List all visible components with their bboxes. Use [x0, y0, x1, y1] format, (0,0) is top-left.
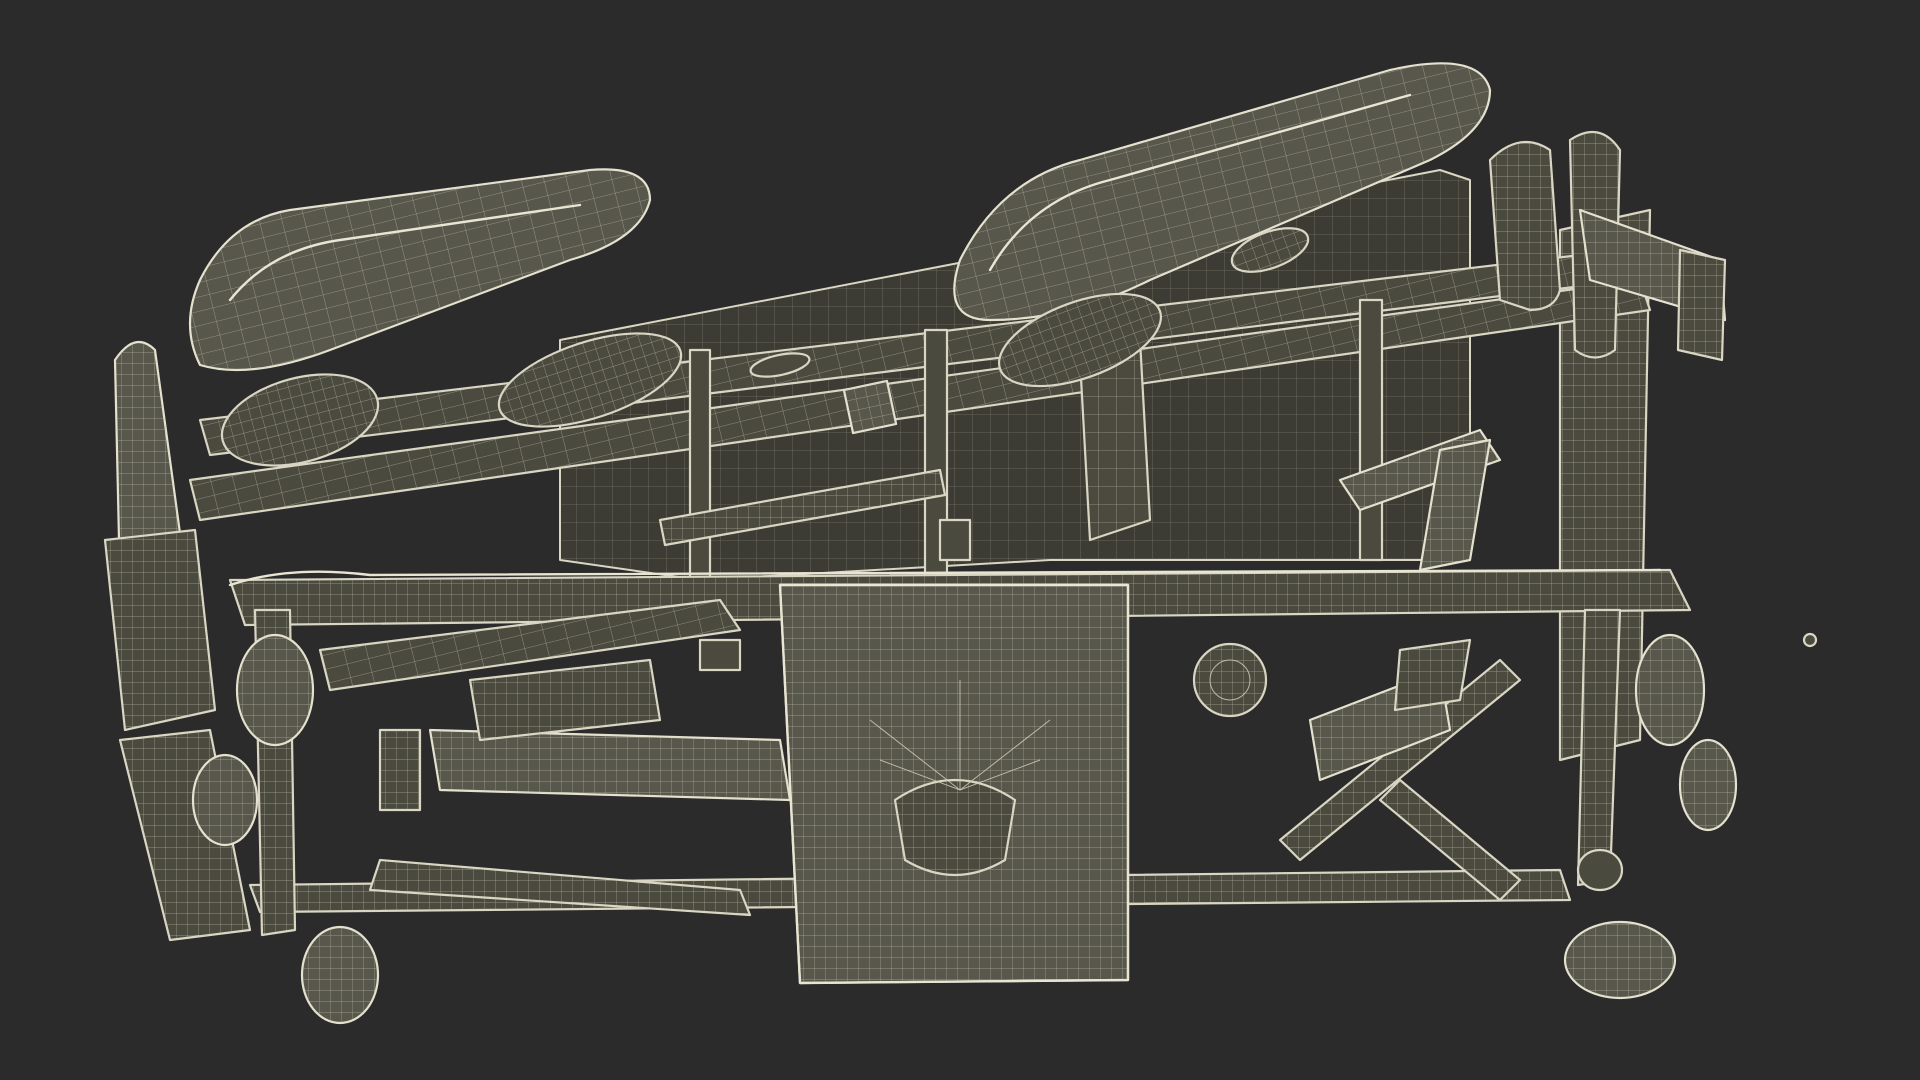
wireframe-model: [103, 62, 1818, 1025]
center-plate: [778, 583, 1130, 985]
render-viewport: [0, 0, 1920, 1080]
